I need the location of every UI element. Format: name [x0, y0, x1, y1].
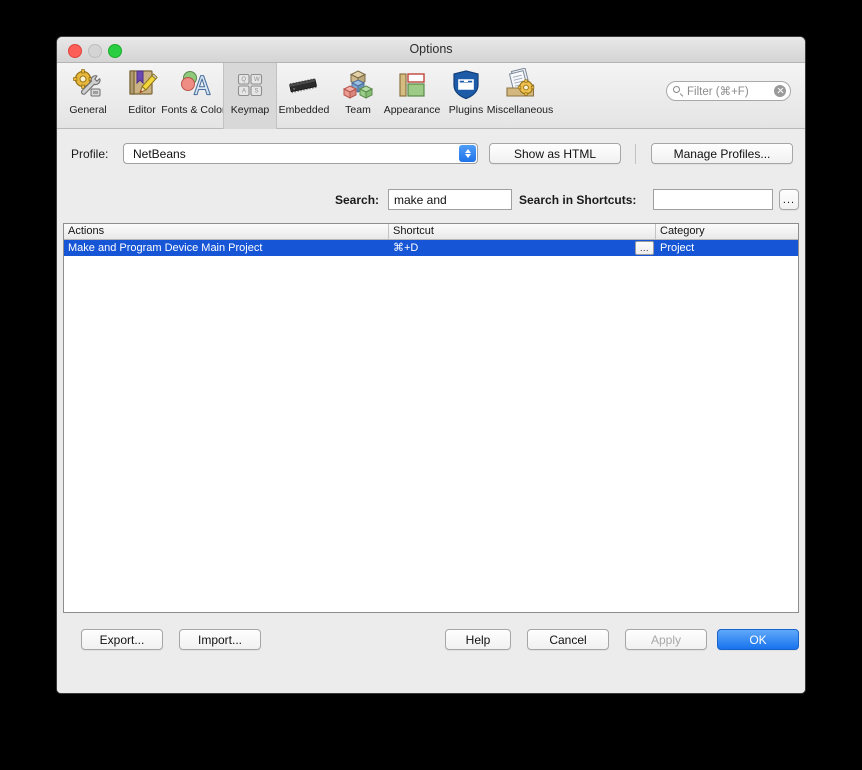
column-header-category[interactable]: Category [656, 224, 798, 239]
edit-shortcut-button[interactable]: ... [635, 241, 654, 255]
cell-action: Make and Program Device Main Project [64, 240, 389, 256]
toolbar-item-label: Keymap [231, 104, 270, 116]
search-label: Search: [335, 193, 379, 207]
svg-text:A: A [242, 89, 246, 95]
shortcuts-table[interactable]: Actions Shortcut Category Make and Progr… [63, 223, 799, 613]
search-input[interactable]: make and [388, 189, 512, 210]
cell-shortcut-text: ⌘+D [393, 242, 418, 254]
svg-text:W: W [254, 77, 260, 83]
profile-label: Profile: [71, 147, 108, 161]
toolbar-item-label: Team [345, 104, 371, 116]
toolbar-item-appearance[interactable]: Appearance [385, 63, 439, 129]
toolbar-item-label: General [69, 104, 106, 116]
cell-category: Project [656, 240, 798, 256]
profile-row: Profile: NetBeans Show as HTML Manage Pr… [57, 143, 805, 165]
toolbar-item-label: Fonts & Colors [161, 104, 230, 116]
manage-profiles-button[interactable]: Manage Profiles... [651, 143, 793, 164]
toolbar-divider [635, 144, 636, 164]
filter-input[interactable]: Filter (⌘+F) [666, 81, 791, 101]
book-pencil-icon [125, 68, 159, 102]
toolbar-item-fonts-and-colors[interactable]: Fonts & Colors [169, 63, 223, 129]
import-button[interactable]: Import... [179, 629, 261, 650]
table-row[interactable]: Make and Program Device Main Project ⌘+D… [64, 240, 798, 256]
toolbar-item-miscellaneous[interactable]: Miscellaneous [493, 63, 547, 129]
layout-icon [395, 68, 429, 102]
profile-selected-value: NetBeans [124, 147, 186, 161]
toolbar-item-embedded[interactable]: Embedded [277, 63, 331, 129]
svg-text:Q: Q [241, 77, 246, 83]
shortcut-capture-button[interactable]: ... [779, 189, 799, 210]
toolbar-item-editor[interactable]: Editor [115, 63, 169, 129]
gear-wrench-icon [71, 68, 105, 102]
docs-gear-icon [503, 68, 537, 102]
search-in-shortcuts-input[interactable] [653, 189, 773, 210]
toolbar-item-label: Embedded [279, 104, 330, 116]
table-header-row: Actions Shortcut Category [64, 224, 798, 240]
cancel-button[interactable]: Cancel [527, 629, 609, 650]
svg-text:S: S [255, 89, 259, 95]
apply-button: Apply [625, 629, 707, 650]
dialog-footer: Export... Import... Help Cancel Apply OK [57, 629, 805, 669]
toolbar-item-label: Plugins [449, 104, 483, 116]
export-button[interactable]: Export... [81, 629, 163, 650]
help-button[interactable]: Help [445, 629, 511, 650]
toolbar-item-plugins[interactable]: Plugins [439, 63, 493, 129]
keymap-panel: Profile: NetBeans Show as HTML Manage Pr… [57, 129, 805, 694]
toolbar-item-general[interactable]: General [61, 63, 115, 129]
toolbar-item-label: Editor [128, 104, 155, 116]
plugin-shield-icon [449, 68, 483, 102]
chip-icon [287, 68, 321, 102]
ok-button[interactable]: OK [717, 629, 799, 650]
profile-combobox[interactable]: NetBeans [123, 143, 478, 164]
window-titlebar: Options [57, 37, 805, 63]
search-icon [673, 86, 684, 97]
chevron-updown-icon[interactable] [459, 145, 476, 162]
boxes-icon [341, 68, 375, 102]
toolbar-item-label: Miscellaneous [487, 104, 554, 116]
options-window: Options [56, 36, 806, 694]
clear-icon[interactable] [774, 85, 786, 97]
toolbar-item-keymap[interactable]: Q W A S Keymap [223, 63, 277, 129]
show-as-html-button[interactable]: Show as HTML [489, 143, 621, 164]
window-title: Options [57, 37, 805, 62]
column-header-shortcut[interactable]: Shortcut [389, 224, 656, 239]
cell-shortcut: ⌘+D ... [389, 240, 656, 256]
toolbar-item-label: Appearance [384, 104, 441, 116]
column-header-actions[interactable]: Actions [64, 224, 389, 239]
search-row: Search: make and Search in Shortcuts: ..… [57, 189, 805, 211]
keyboard-keys-icon: Q W A S [233, 68, 267, 102]
font-colors-icon [179, 68, 213, 102]
toolbar-item-team[interactable]: Team [331, 63, 385, 129]
search-in-shortcuts-label: Search in Shortcuts: [519, 193, 636, 207]
filter-placeholder: Filter (⌘+F) [687, 84, 774, 98]
